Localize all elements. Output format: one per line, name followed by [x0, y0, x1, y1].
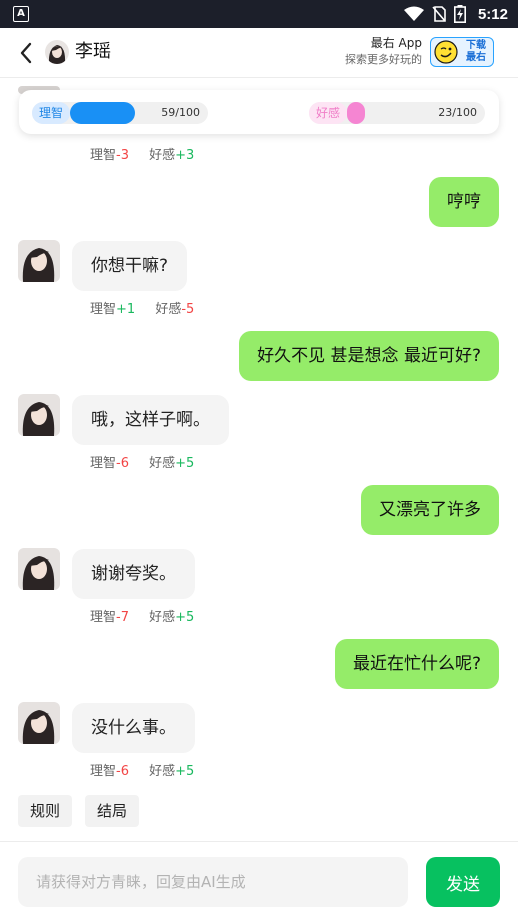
- sanity-stat: 理智 59/100: [32, 102, 208, 124]
- promo-text: 最右 App 探索更多好玩的: [345, 35, 422, 68]
- assistant-avatar[interactable]: [18, 702, 60, 744]
- zuiyou-logo-icon: [434, 40, 458, 64]
- download-label: 下载 最右: [466, 40, 486, 63]
- stat-change-row: 理智-7 好感+5: [90, 610, 195, 625]
- contact-avatar[interactable]: [45, 40, 69, 64]
- message-input[interactable]: [18, 857, 408, 907]
- sanity-value: 59/100: [161, 106, 200, 119]
- avatar-image: [18, 394, 60, 436]
- avatar-image: [18, 240, 60, 282]
- avatar-image: [18, 548, 60, 590]
- chat-header: 李瑶 最右 App 探索更多好玩的 下载 最右: [0, 28, 518, 78]
- promo-subtitle: 探索更多好玩的: [345, 53, 422, 66]
- composer-bar: 发送: [0, 841, 518, 920]
- battery-charging-icon: [453, 5, 466, 23]
- user-message-bubble[interactable]: 最近在忙什么呢?: [334, 639, 499, 689]
- assistant-message-bubble[interactable]: 谢谢夸奖。: [72, 549, 195, 599]
- user-message-bubble[interactable]: 又漂亮了许多: [361, 485, 499, 535]
- assistant-message-bubble[interactable]: 没什么事。: [72, 703, 195, 753]
- favor-stat: 好感 23/100: [309, 102, 485, 124]
- favor-value: 23/100: [438, 106, 477, 119]
- ending-chip[interactable]: 结局: [85, 795, 140, 827]
- status-bar: A 5:12: [0, 0, 518, 28]
- user-message-bubble[interactable]: 好久不见 甚是想念 最近可好?: [239, 331, 499, 381]
- favor-label: 好感: [309, 102, 347, 124]
- rules-chip[interactable]: 规则: [18, 795, 73, 827]
- contact-name: 李瑶: [75, 41, 111, 62]
- clock: 5:12: [477, 5, 508, 23]
- assistant-message-bubble[interactable]: 哦，这样子啊。: [72, 395, 229, 445]
- send-button[interactable]: 发送: [426, 857, 500, 907]
- chevron-left-icon: [20, 42, 32, 64]
- sanity-progress-fill: [70, 102, 135, 124]
- assistant-message-bubble[interactable]: 你想干嘛?: [72, 241, 188, 291]
- wifi-icon: [403, 6, 424, 21]
- relationship-stats-card: 理智 59/100 好感 23/100: [19, 90, 499, 134]
- promo-title: 最右 App: [370, 36, 422, 50]
- stat-change-row: 理智-6 好感+5: [90, 456, 195, 471]
- sanity-label: 理智: [32, 102, 70, 124]
- back-button[interactable]: [12, 38, 40, 68]
- status-icons: 5:12: [403, 0, 508, 28]
- assistant-avatar[interactable]: [18, 394, 60, 436]
- stat-change-row: 理智+1 好感-5: [90, 302, 195, 317]
- app-notification-icon: A: [13, 6, 29, 22]
- stat-change-row: 理智-6 好感+5: [90, 764, 195, 779]
- assistant-avatar[interactable]: [18, 240, 60, 282]
- avatar-image: [45, 40, 69, 64]
- favor-progress-fill: [347, 102, 365, 124]
- no-sim-icon: [432, 6, 446, 22]
- user-message-bubble[interactable]: 哼哼: [429, 177, 499, 227]
- stat-change-row: 理智-3 好感+3: [90, 148, 195, 163]
- assistant-avatar[interactable]: [18, 548, 60, 590]
- download-app-button[interactable]: 下载 最右: [430, 37, 494, 67]
- avatar-image: [18, 702, 60, 744]
